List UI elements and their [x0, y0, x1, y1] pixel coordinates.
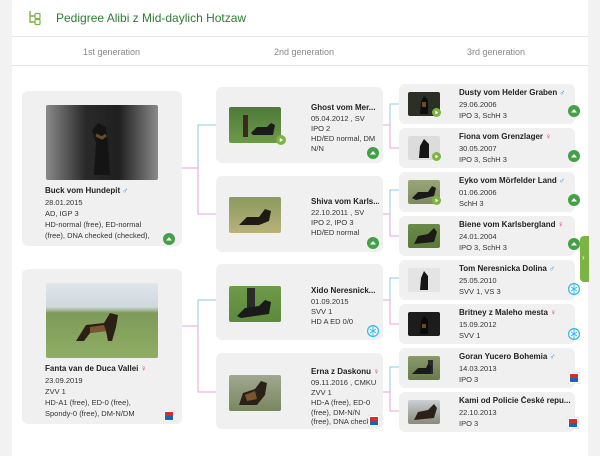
dog-info-line: IPO 2, IPO 3 [311, 218, 354, 227]
dog-info-line: HD/ED normal, DM [311, 134, 376, 143]
dog-info-line: HD/ED normal [311, 228, 360, 237]
dog-info-line: 01.09.2015 [311, 297, 349, 306]
dog-card-ggp[interactable]: Britney z Maleho mesta ♀ 15.09.2012 SVV … [399, 304, 580, 344]
dog-photo [229, 375, 281, 411]
dog-card-ggp[interactable]: Fiona vom Grenzlager ♀ 30.05.2007 IPO 3,… [399, 128, 580, 168]
dog-photo [46, 105, 158, 180]
dog-info-line: (free), DNA checked (checked), [45, 231, 150, 240]
globe-badge-icon[interactable] [568, 328, 580, 340]
dog-card-ggp[interactable]: Kami od Policie České repu... 22.10.2013… [399, 392, 579, 432]
flag-badge-icon[interactable] [163, 410, 175, 422]
dog-name: Kami od Policie České repu... [459, 396, 571, 405]
dog-name: Xido Neresnick... [311, 286, 376, 295]
dog-photo [408, 356, 440, 380]
dog-info-line: 25.05.2010 [459, 276, 497, 285]
dog-info-line: 28.01.2015 [45, 198, 83, 207]
dog-photo [408, 312, 440, 336]
dog-info-line: Spondy-0 (free), DM-N/DM [45, 409, 135, 418]
dog-info-line: IPO 3 [459, 419, 479, 428]
dog-photo [408, 268, 440, 292]
dog-card-ggp[interactable]: Goran Yucero Bohemia ♂ 14.03.2013 IPO 3 [399, 348, 580, 388]
dog-info-line: SVV 1 [311, 307, 333, 316]
dog-info-line: 14.03.2013 [459, 364, 497, 373]
dog-info-line: AD, IGP 3 [45, 209, 79, 218]
flag-badge-icon[interactable] [568, 372, 580, 384]
dog-name: Britney z Maleho mesta ♀ [459, 308, 557, 317]
dog-info-line: 23.09.2019 [45, 376, 83, 385]
green-arrow-icon[interactable] [568, 194, 580, 206]
dog-photo [229, 286, 281, 322]
dog-name: Ghost vom Mer... [311, 103, 376, 112]
dog-name: Biene vom Karlsbergland ♀ [459, 220, 564, 229]
dog-name: Tom Neresnicka Dolina ♂ [459, 264, 556, 273]
dog-photo [46, 283, 158, 358]
play-icon [432, 196, 441, 205]
dog-card-maternal-granddam[interactable]: Erna z Daskonu ♀ 09.11.2016 , CMKU ZVV 1… [216, 353, 383, 429]
dog-photo [229, 197, 281, 233]
dog-info-line: 22.10.2013 [459, 408, 497, 417]
dog-info-line: HD-A (free), ED-0 [311, 398, 371, 407]
dog-info-line: N/N [311, 144, 324, 153]
dog-card-paternal-grandsire[interactable]: Ghost vom Mer... 05.04.2012 , SV IPO 2 H… [216, 87, 383, 163]
globe-badge-icon[interactable] [568, 283, 580, 295]
dog-card-ggp[interactable]: Tom Neresnicka Dolina ♂ 25.05.2010 SVV 1… [399, 260, 580, 300]
pedigree-panel: Pedigree Alibi z Mid-daylich Hotzaw 1st … [12, 0, 588, 456]
dog-card-sire[interactable]: Buck vom Hundepit ♂ 28.01.2015 AD, IGP 3… [22, 91, 182, 246]
dog-info-line: HD A ED 0/0 [311, 317, 354, 326]
dog-info-line: SchH 3 [459, 199, 484, 208]
dog-name: Fiona vom Grenzlager ♀ [459, 132, 552, 141]
dog-info-line: HD-A1 (free), ED-0 (free), [45, 398, 131, 407]
green-arrow-icon[interactable] [568, 150, 580, 162]
dog-name: Goran Yucero Bohemia ♂ [459, 352, 556, 361]
play-icon [432, 152, 441, 161]
dog-info-line: 09.11.2016 , CMKU [311, 378, 377, 387]
dog-photo [408, 224, 440, 248]
dog-card-dam[interactable]: Fanta van de Duca Vallei ♀ 23.09.2019 ZV… [22, 269, 182, 424]
dog-card-ggp[interactable]: Biene vom Karlsbergland ♀ 24.01.2004 IPO… [399, 216, 580, 256]
dog-info-line: IPO 3 [459, 375, 479, 384]
play-icon [276, 135, 286, 145]
side-panel-toggle[interactable]: › [580, 236, 589, 282]
dog-info-line: SVV 1, VS 3 [459, 287, 501, 296]
green-arrow-icon[interactable] [163, 233, 175, 245]
dog-info-line: ZVV 1 [45, 387, 66, 396]
dog-name: Fanta van de Duca Vallei ♀ [45, 364, 147, 373]
green-arrow-icon[interactable] [367, 237, 379, 249]
dog-card-ggp[interactable]: Eyko vom Mörfelder Land ♂ 01.06.2006 Sch… [399, 172, 580, 212]
dog-card-ggp[interactable]: Dusty vom Helder Graben ♂ 29.06.2006 IPO… [399, 84, 580, 124]
dog-info-line: 01.06.2006 [459, 188, 497, 197]
dog-info-line: SVV 1 [459, 331, 481, 340]
globe-badge-icon[interactable] [367, 325, 379, 337]
dog-info-line: 15.09.2012 [459, 320, 497, 329]
dog-info-line: IPO 3, SchH 3 [459, 243, 507, 252]
green-arrow-icon[interactable] [568, 238, 580, 250]
dog-info-line: IPO 3, SchH 3 [459, 155, 507, 164]
green-arrow-icon[interactable] [367, 147, 379, 159]
flag-badge-icon[interactable] [567, 417, 579, 429]
chevron-right-icon: › [582, 253, 585, 262]
dog-photo [408, 400, 440, 424]
dog-info-line: 05.04.2012 , SV [311, 114, 365, 123]
dog-info-line: 30.05.2007 [459, 144, 497, 153]
dog-card-maternal-grandsire[interactable]: Xido Neresnick... 01.09.2015 SVV 1 HD A … [216, 264, 383, 340]
dog-name: Erna z Daskonu ♀ [311, 367, 379, 376]
dog-info-line: IPO 3, SchH 3 [459, 111, 507, 120]
flag-badge-icon[interactable] [368, 415, 380, 427]
play-icon [432, 108, 441, 117]
dog-card-paternal-granddam[interactable]: Shiva vom Karls... 22.10.2011 , SV IPO 2… [216, 176, 383, 252]
dog-name: Buck vom Hundepit ♂ [45, 186, 129, 195]
dog-info-line: IPO 2 [311, 124, 331, 133]
dog-info-line: ZVV 1 [311, 388, 332, 397]
dog-name: Shiva vom Karls... [311, 197, 379, 206]
dog-info-line: 22.10.2011 , SV [311, 208, 365, 217]
dog-info-line: 24.01.2004 [459, 232, 497, 241]
dog-info-line: HD-normal (free), ED-normal [45, 220, 142, 229]
dog-name: Eyko vom Mörfelder Land ♂ [459, 176, 566, 185]
dog-photo [229, 107, 281, 143]
dog-info-line: 29.06.2006 [459, 100, 497, 109]
dog-name: Dusty vom Helder Graben ♂ [459, 88, 566, 97]
dog-info-line: (free), DM-N/N [311, 408, 361, 417]
green-arrow-icon[interactable] [568, 105, 580, 117]
